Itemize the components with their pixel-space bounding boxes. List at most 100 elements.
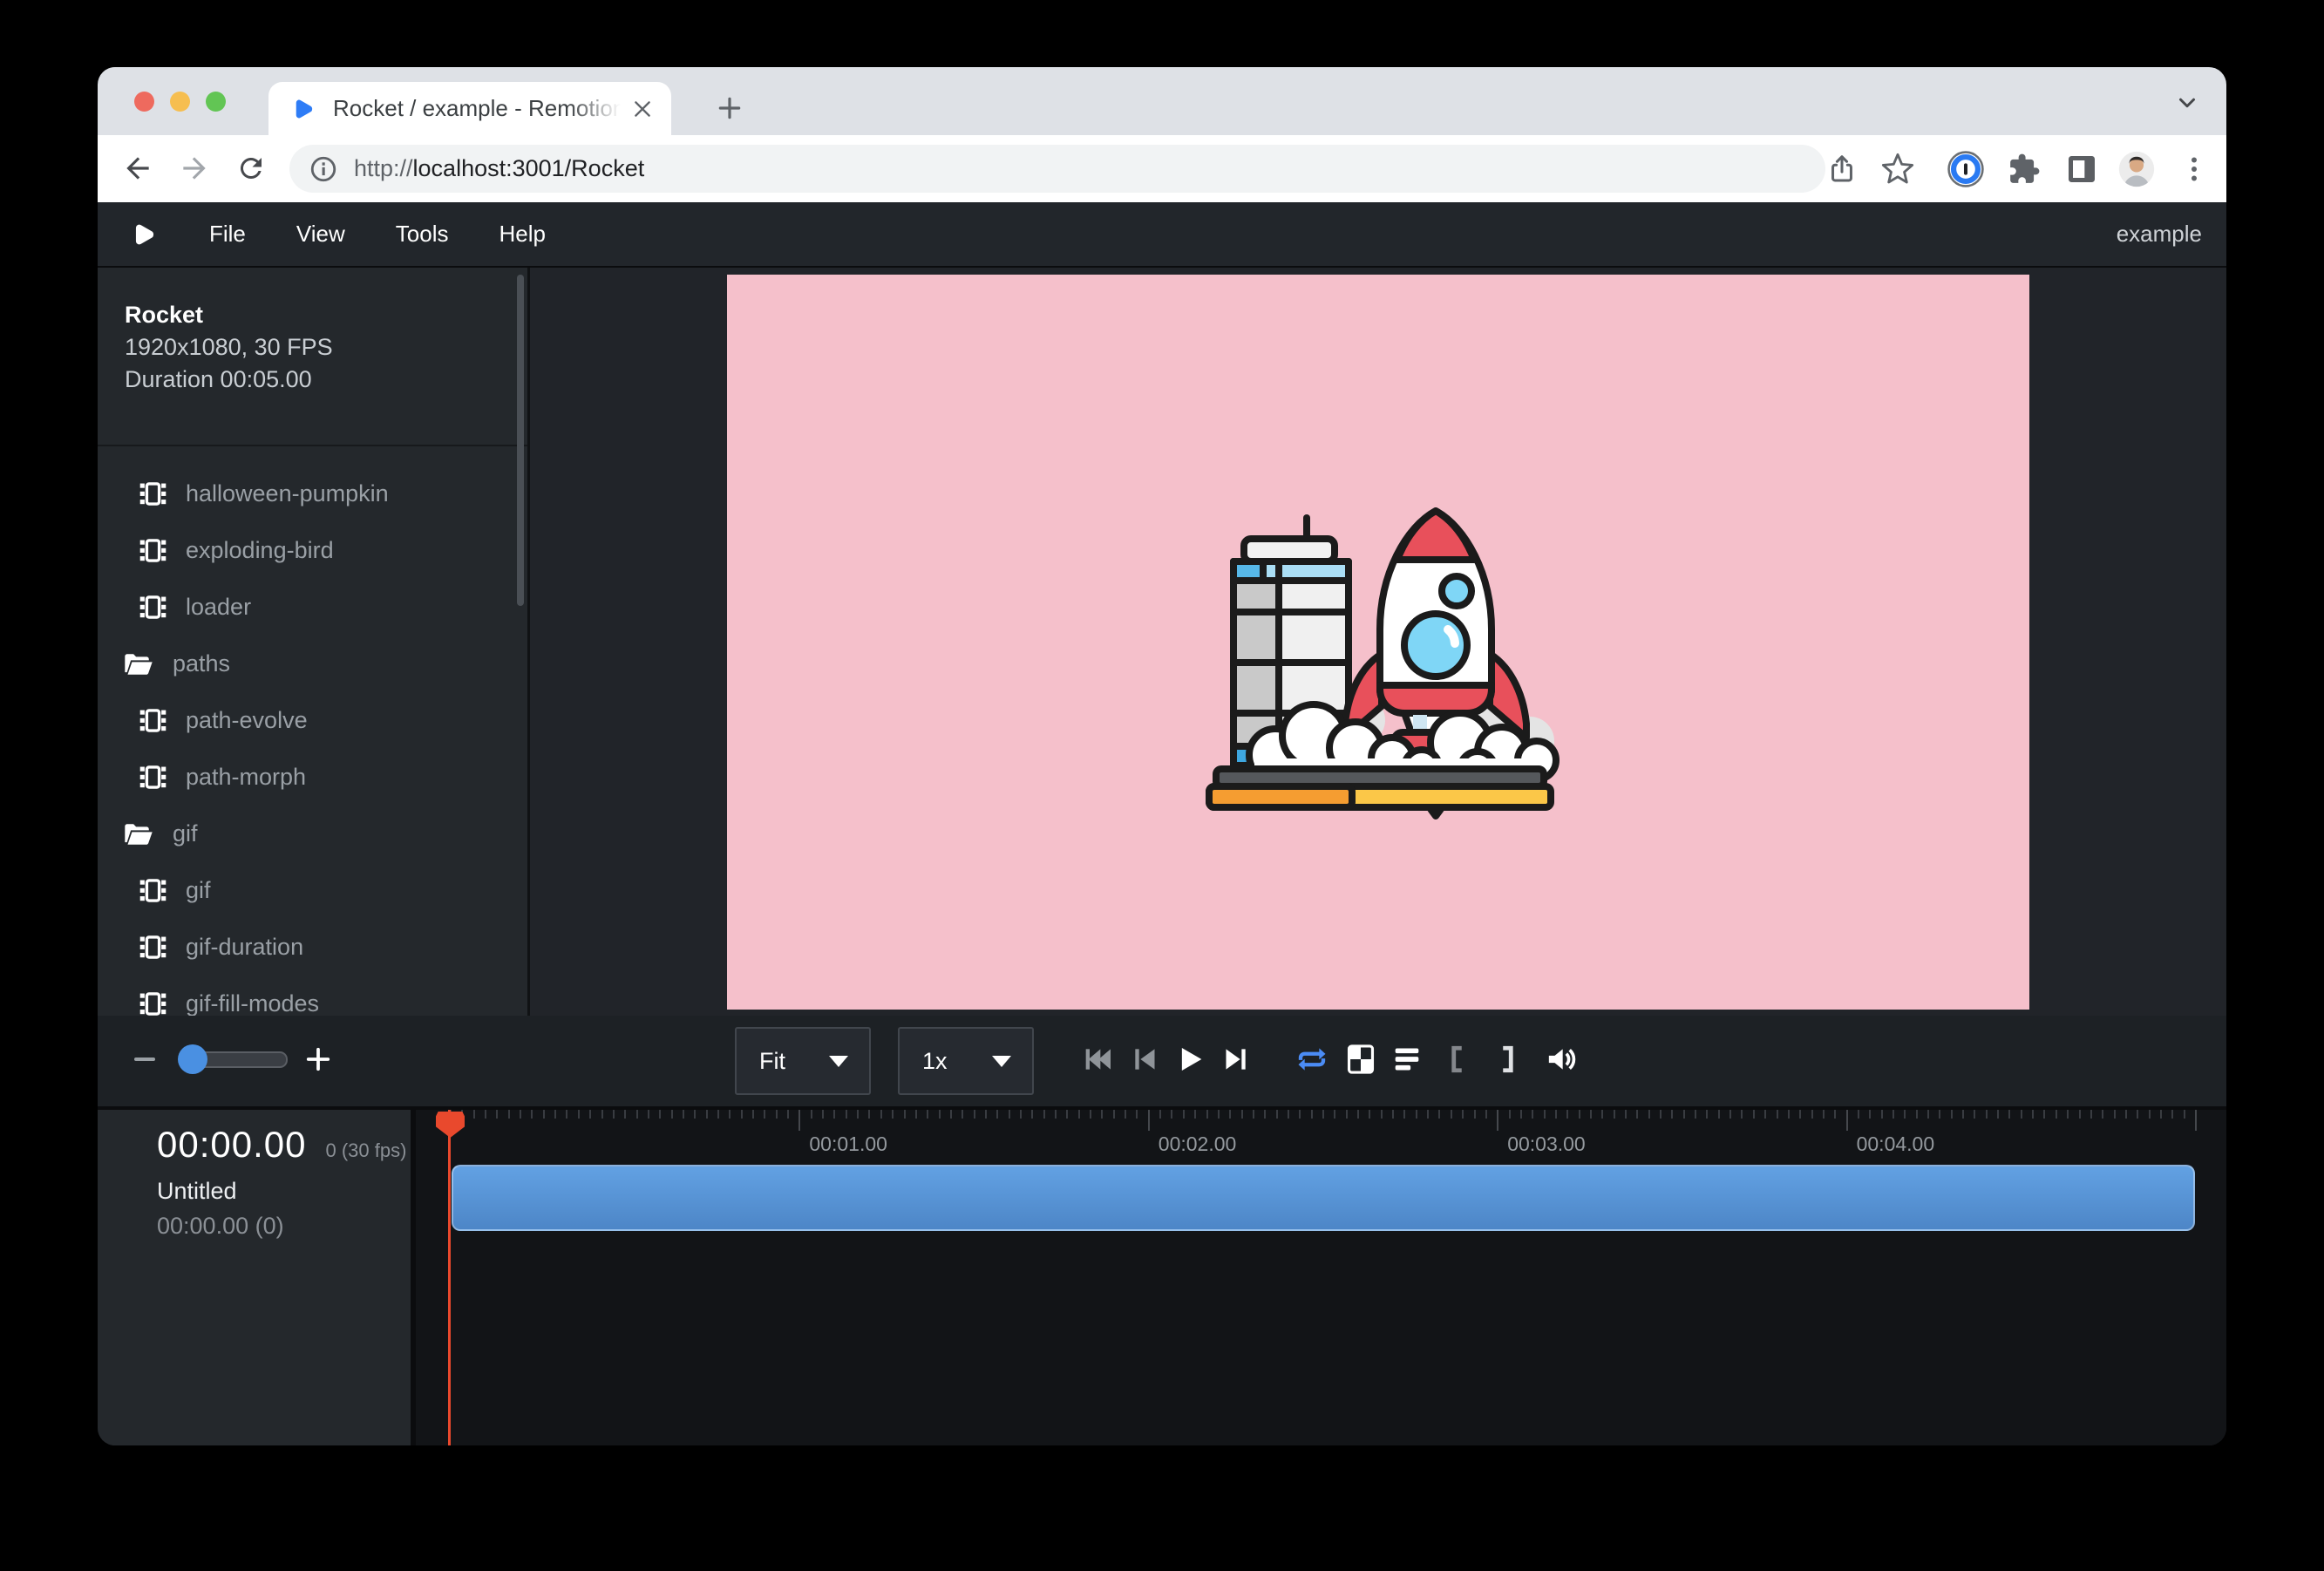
composition-label: path-evolve xyxy=(186,707,308,734)
menu-file[interactable]: File xyxy=(209,221,246,248)
zoom-in-button[interactable] xyxy=(305,1016,331,1103)
composition-list: halloween-pumpkin exploding-bird loader xyxy=(98,446,527,1016)
ruler-tick xyxy=(485,1110,486,1119)
composition-list-item[interactable]: gif-duration xyxy=(98,919,527,976)
timeline-rows-button[interactable] xyxy=(1390,1016,1424,1103)
extensions-puzzle-icon[interactable] xyxy=(2002,147,2046,191)
ruler-tick xyxy=(1136,1110,1138,1119)
volume-button[interactable] xyxy=(1544,1016,1579,1103)
zoom-slider-knob[interactable] xyxy=(178,1044,207,1074)
film-icon xyxy=(139,595,166,619)
profile-avatar[interactable] xyxy=(2115,147,2158,191)
forward-button[interactable] xyxy=(173,147,215,189)
tab-title: Rocket / example - Remotion Pre xyxy=(333,95,621,122)
ruler-tick xyxy=(1055,1110,1057,1119)
next-frame-button[interactable] xyxy=(1220,1016,1254,1103)
site-info-icon[interactable] xyxy=(309,154,338,184)
folder-list-item[interactable]: gif xyxy=(98,806,527,862)
previous-frame-button[interactable] xyxy=(1126,1016,1161,1103)
composition-info: Rocket 1920x1080, 30 FPS Duration 00:05.… xyxy=(98,268,527,446)
playback-speed-dropdown[interactable]: 1x xyxy=(898,1027,1034,1095)
ruler-tick xyxy=(1392,1110,1394,1119)
ruler-tick xyxy=(1741,1110,1743,1119)
ruler-tick xyxy=(1276,1110,1278,1119)
film-icon xyxy=(139,539,166,562)
ruler-tick xyxy=(868,1110,870,1119)
composition-list-item[interactable]: halloween-pumpkin xyxy=(98,466,527,522)
share-icon[interactable] xyxy=(1820,147,1864,191)
ruler-tick xyxy=(1078,1110,1080,1119)
ruler-tick xyxy=(2056,1110,2057,1119)
menu-help[interactable]: Help xyxy=(499,221,546,248)
ruler-tick xyxy=(2184,1110,2185,1119)
back-button[interactable] xyxy=(117,147,159,189)
composition-list-item[interactable]: loader xyxy=(98,579,527,636)
transparency-checkerboard-button[interactable] xyxy=(1343,1016,1378,1103)
ruler-tick xyxy=(1334,1110,1335,1119)
ruler-tick xyxy=(1438,1110,1440,1119)
playhead-marker[interactable] xyxy=(436,1112,465,1138)
ruler-tick xyxy=(1311,1110,1313,1119)
zoom-out-button[interactable] xyxy=(133,1016,157,1103)
new-tab-button[interactable] xyxy=(708,86,751,130)
menu-view[interactable]: View xyxy=(296,221,345,248)
loop-toggle-button[interactable] xyxy=(1295,1016,1329,1103)
ruler-tick xyxy=(1009,1110,1010,1119)
ruler-tick xyxy=(1462,1110,1464,1119)
ruler-tick xyxy=(1660,1110,1661,1119)
track-name: Untitled xyxy=(157,1178,411,1205)
ruler-tick xyxy=(531,1110,533,1119)
composition-list-item[interactable]: exploding-bird xyxy=(98,522,527,579)
in-point-button[interactable] xyxy=(1441,1016,1476,1103)
ruler-tick xyxy=(1579,1110,1580,1119)
sidebar-scrollbar[interactable] xyxy=(517,275,524,606)
ruler-tick xyxy=(939,1110,941,1119)
ruler-tick xyxy=(1427,1110,1429,1119)
composition-list-item[interactable]: gif-fill-modes xyxy=(98,976,527,1016)
address-bar[interactable]: http://localhost:3001/Rocket xyxy=(289,145,1825,193)
out-point-button[interactable] xyxy=(1489,1016,1524,1103)
onepassword-extension-icon[interactable] xyxy=(1944,147,1988,191)
bookmark-star-icon[interactable] xyxy=(1876,147,1920,191)
ruler-tick xyxy=(2067,1110,2069,1119)
film-icon xyxy=(139,709,166,732)
composition-list-item[interactable]: path-morph xyxy=(98,749,527,806)
timeline-zoom-slider[interactable] xyxy=(181,1016,288,1103)
minimize-window-button[interactable] xyxy=(170,92,190,112)
preview-area xyxy=(530,268,2226,1016)
fullscreen-window-button[interactable] xyxy=(206,92,226,112)
canvas-size-dropdown[interactable]: Fit xyxy=(735,1027,871,1095)
browser-tab[interactable]: Rocket / example - Remotion Pre xyxy=(268,82,671,135)
timeline-sequence-bar[interactable] xyxy=(452,1165,2195,1231)
tab-close-icon[interactable] xyxy=(631,98,654,120)
reload-button[interactable] xyxy=(230,147,272,189)
remotion-logo-icon[interactable] xyxy=(129,220,159,249)
composition-name: Rocket xyxy=(125,299,501,331)
playback-speed-value: 1x xyxy=(922,1048,948,1075)
folder-list-item[interactable]: paths xyxy=(98,636,527,692)
compositions-sidebar: Rocket 1920x1080, 30 FPS Duration 00:05.… xyxy=(98,268,530,1016)
ruler-tick xyxy=(1241,1110,1243,1119)
ruler-tick xyxy=(1299,1110,1301,1119)
composition-list-item[interactable]: path-evolve xyxy=(98,692,527,749)
composition-label: gif-fill-modes xyxy=(186,990,319,1016)
ruler-tick xyxy=(1625,1110,1627,1119)
ruler-tick xyxy=(822,1110,824,1119)
ruler-tick xyxy=(1043,1110,1045,1119)
play-button[interactable] xyxy=(1172,1016,1207,1103)
ruler-tick xyxy=(694,1110,696,1119)
close-window-button[interactable] xyxy=(134,92,154,112)
skip-to-start-button[interactable] xyxy=(1080,1016,1115,1103)
menu-tools[interactable]: Tools xyxy=(396,221,449,248)
ruler-tick xyxy=(2032,1110,2034,1119)
ruler-tick xyxy=(1799,1110,1801,1119)
video-canvas[interactable] xyxy=(727,275,2029,1010)
tab-search-chevron-icon[interactable] xyxy=(2174,90,2200,116)
sidebar-extension-icon[interactable] xyxy=(2060,147,2103,191)
composition-resolution: 1920x1080, 30 FPS xyxy=(125,331,501,364)
composition-label: path-morph xyxy=(186,764,306,791)
timeline-tracks-area[interactable]: 00:01.0000:02.0000:03.0000:04.00 xyxy=(416,1110,2226,1445)
browser-menu-dots-icon[interactable] xyxy=(2172,147,2216,191)
composition-list-item[interactable]: gif xyxy=(98,862,527,919)
ruler-tick xyxy=(648,1110,649,1119)
